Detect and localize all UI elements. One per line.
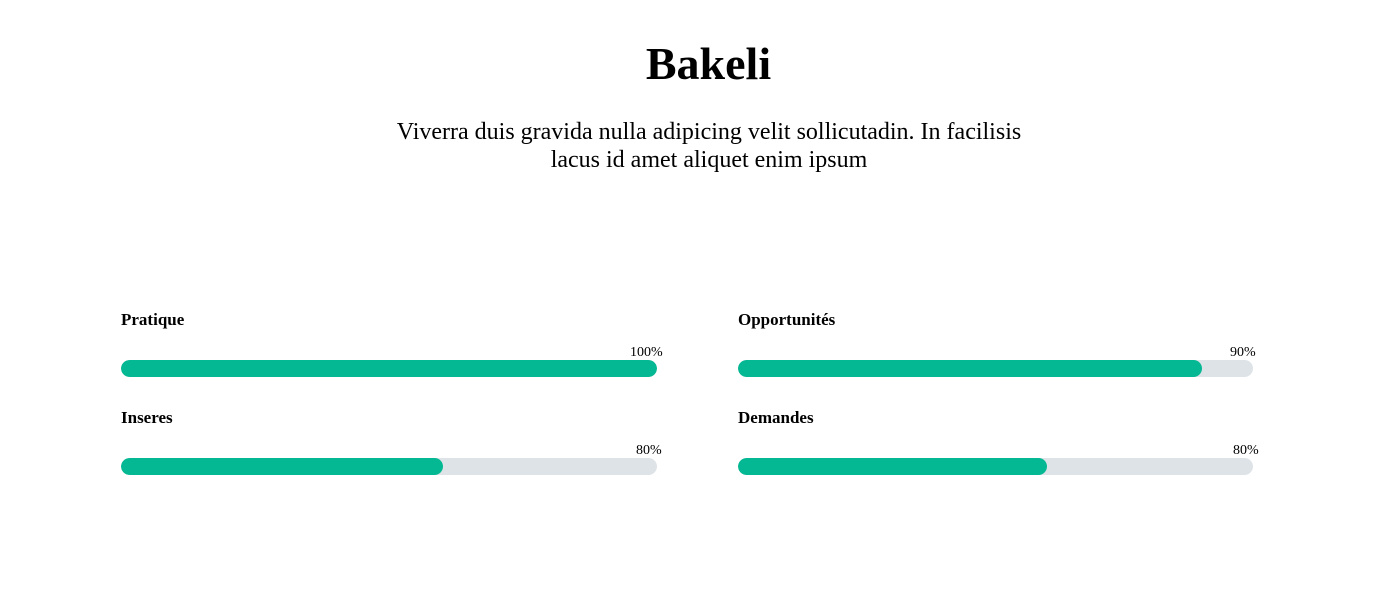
- skill-percent: 80%: [1233, 443, 1259, 458]
- skill-percent: 100%: [630, 345, 663, 360]
- skill-label: Opportunités: [738, 310, 836, 329]
- progress-track: [738, 458, 1253, 475]
- skill-label: Demandes: [738, 408, 814, 427]
- page-title: Bakeli: [645, 38, 772, 89]
- progress-track: [738, 360, 1253, 377]
- page-subtitle: Viverra duis gravida nulla adipicing vel…: [396, 119, 1022, 173]
- progress-fill: [121, 458, 443, 475]
- skill-percent: 90%: [1230, 345, 1256, 360]
- skill-opportunites: Opportunités 90%: [738, 310, 1268, 380]
- skill-inseres: Inseres 80%: [121, 408, 666, 478]
- skill-percent: 80%: [636, 443, 662, 458]
- skill-demandes: Demandes 80%: [738, 408, 1268, 478]
- progress-track: [121, 360, 657, 377]
- progress-fill: [738, 458, 1047, 475]
- progress-fill: [738, 360, 1202, 377]
- skill-label: Inseres: [121, 408, 173, 427]
- skill-pratique: Pratique 100%: [121, 310, 666, 380]
- skill-label: Pratique: [121, 310, 185, 329]
- progress-track: [121, 458, 657, 475]
- progress-fill: [121, 360, 657, 377]
